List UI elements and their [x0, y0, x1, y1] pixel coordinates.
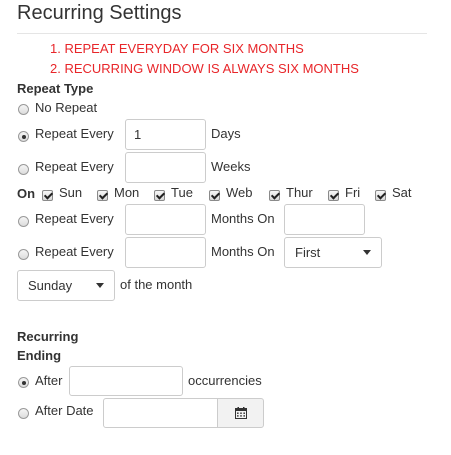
no-repeat-label: No Repeat — [35, 100, 98, 115]
months-on-week-unit-label: Months On — [211, 244, 275, 259]
weekday-sun-label: Sun — [59, 185, 83, 200]
repeat-months-day-input[interactable] — [125, 204, 206, 235]
repeat-months-week-input[interactable] — [125, 237, 206, 268]
of-the-month-label: of the month — [120, 277, 193, 292]
repeat-days-label: Repeat Every — [35, 126, 114, 141]
weekday-tue-label: Tue — [171, 185, 193, 200]
weekday-select[interactable]: Sunday — [17, 270, 115, 301]
occurrences-input[interactable] — [69, 366, 183, 396]
months-on-day-unit-label: Months On — [211, 211, 275, 226]
title-divider — [17, 33, 427, 34]
chevron-down-icon — [363, 250, 371, 255]
page-title: Recurring Settings — [17, 2, 182, 24]
weekday-wed-label: Web — [226, 185, 253, 200]
weekday-thu-checkbox[interactable] — [269, 190, 280, 201]
weekday-tue-checkbox[interactable] — [154, 190, 165, 201]
note-line-1: 1. REPEAT EVERYDAY FOR SIX MONTHS — [50, 41, 304, 56]
repeat-months-day-radio[interactable] — [18, 216, 29, 227]
weekday-fri-checkbox[interactable] — [328, 190, 339, 201]
repeat-weeks-input[interactable] — [125, 152, 206, 183]
months-on-day-value-input[interactable] — [284, 204, 365, 235]
ending-after-date-label: After Date — [35, 403, 94, 418]
weekday-sun-checkbox[interactable] — [42, 190, 53, 201]
chevron-down-icon — [96, 283, 104, 288]
week-ordinal-select[interactable]: First — [284, 237, 382, 268]
weekday-mon-checkbox[interactable] — [97, 190, 108, 201]
weeks-unit-label: Weeks — [211, 159, 251, 174]
repeat-days-radio[interactable] — [18, 131, 29, 142]
weekday-wed-checkbox[interactable] — [209, 190, 220, 201]
weekday-fri-label: Fri — [345, 185, 361, 200]
week-ordinal-value: First — [295, 245, 321, 260]
weekday-mon-label: Mon — [114, 185, 140, 200]
repeat-type-heading: Repeat Type — [17, 81, 94, 96]
calendar-icon — [234, 407, 247, 419]
repeat-months-week-radio[interactable] — [18, 249, 29, 260]
repeat-weeks-label: Repeat Every — [35, 159, 114, 174]
end-date-input[interactable] — [103, 398, 218, 428]
weekday-sat-checkbox[interactable] — [375, 190, 386, 201]
recurring-ending-heading-line1: Recurring — [17, 329, 79, 344]
repeat-weeks-radio[interactable] — [18, 164, 29, 175]
on-label: On — [17, 186, 36, 201]
repeat-months-day-label: Repeat Every — [35, 211, 114, 226]
repeat-months-week-label: Repeat Every — [35, 244, 114, 259]
recurring-ending-heading-line2: Ending — [17, 348, 62, 363]
calendar-button[interactable] — [217, 398, 264, 428]
weekday-sat-label: Sat — [392, 185, 412, 200]
weekday-select-value: Sunday — [28, 278, 73, 293]
ending-after-label: After — [35, 373, 63, 388]
note-line-2: 2. RECURRING WINDOW IS ALWAYS SIX MONTHS — [50, 61, 359, 76]
days-unit-label: Days — [211, 126, 241, 141]
ending-after-date-radio[interactable] — [18, 408, 29, 419]
occurrences-unit-label: occurrencies — [188, 373, 262, 388]
weekday-thu-label: Thur — [286, 185, 313, 200]
repeat-days-input[interactable]: 1 — [125, 119, 206, 150]
ending-after-radio[interactable] — [18, 377, 29, 388]
no-repeat-radio[interactable] — [18, 104, 29, 115]
